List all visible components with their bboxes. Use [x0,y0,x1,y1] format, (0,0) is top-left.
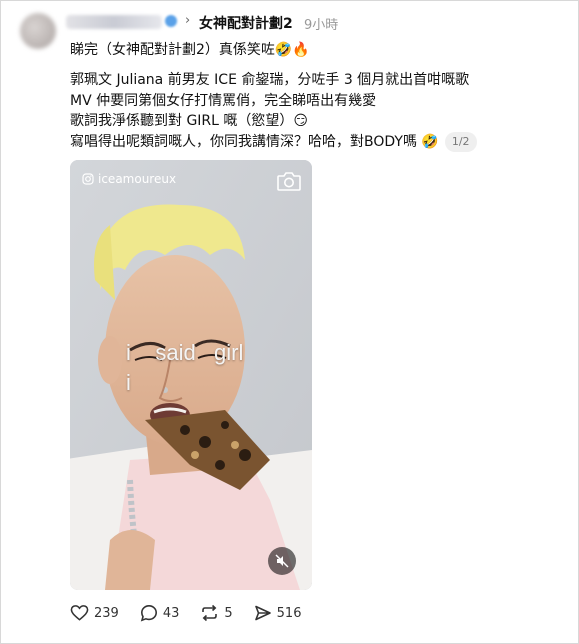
post-headline: 睇完（女神配對計劃2）真係笑咗🤣🔥 [70,42,310,58]
post-body-line: 郭珮文 Juliana 前男友 ICE 俞鋆瑞，分咗手 3 個月就出首咁嘅歌 [70,72,470,88]
post-body-line-text: 寫唱得出呢類詞嘅人，你同我講情深？哈哈，對BODY嗎 🤣 [70,133,439,150]
share-button[interactable]: 516 [254,604,302,622]
post-time: 9小時 [304,18,339,33]
comment-button[interactable]: 43 [140,604,180,622]
community-name[interactable]: 女神配對計劃2 [199,13,293,33]
avatar[interactable] [20,13,56,49]
repost-count: 5 [224,605,233,621]
like-count: 239 [94,605,119,621]
send-arrow-icon [254,605,271,621]
repost-arrows-icon [202,604,218,622]
media-counter: 1/2 [444,131,477,152]
post-actions: 239 43 5 516 [70,604,322,622]
video-media[interactable]: iceamoureux i said girl i [70,160,312,590]
chevron-right-icon: › [185,13,191,28]
mute-button[interactable] [268,547,296,575]
username-redacted[interactable] [66,15,162,29]
instagram-icon [82,173,94,185]
post-body-line: MV 仲要同第個女仔打情罵俏，完全睇唔出有幾愛 [70,92,377,109]
like-button[interactable]: 239 [70,604,119,622]
lyric-line: i said girl [126,340,244,365]
comment-bubble-icon [140,604,157,622]
lyric-line: i [126,370,131,395]
video-lyrics: i said girl i [126,338,243,398]
repost-button[interactable]: 5 [200,604,233,622]
post-body: 郭珮文 Juliana 前男友 ICE 俞鋆瑞，分咗手 3 個月就出首咁嘅歌 M… [70,70,550,152]
camera-icon [277,172,301,191]
comment-count: 43 [162,605,180,621]
verified-badge-icon [165,15,177,27]
instagram-watermark: iceamoureux [82,172,176,186]
heart-icon [70,605,89,621]
post-body-line: 歌詞我淨係聽到對 GIRL 嘅（慾望）😏 [70,113,308,129]
share-count: 516 [276,605,302,621]
instagram-handle: iceamoureux [98,172,177,186]
post-body-line-last: 寫唱得出呢類詞嘅人，你同我講情深？哈哈，對BODY嗎 🤣 1/2 [70,131,550,153]
muted-speaker-icon [275,554,289,568]
